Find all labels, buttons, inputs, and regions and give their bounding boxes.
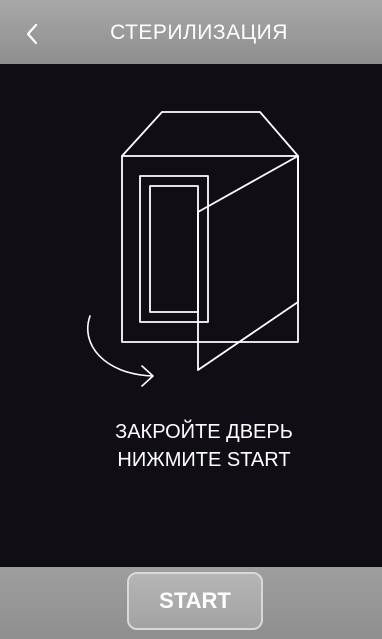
header-bar: СТЕРИЛИЗАЦИЯ <box>0 0 382 64</box>
instruction-text: ЗАКРОЙТЕ ДВЕРЬ НИЖМИТЕ START <box>0 418 382 474</box>
instruction-line-close-door: ЗАКРОЙТЕ ДВЕРЬ <box>115 421 293 443</box>
page-title: СТЕРИЛИЗАЦИЯ <box>110 21 288 44</box>
footer-bar: START <box>0 567 382 639</box>
curved-arrow-icon <box>87 315 154 387</box>
start-button[interactable]: START <box>127 572 263 630</box>
open-door-cabinet-icon <box>87 111 299 387</box>
instruction-line-press-start: НИЖМИТЕ START <box>117 449 291 471</box>
sterilization-screen: СТЕРИЛИЗАЦИЯ ЗАКРОЙТЕ ДВЕРЬ НИЖМИТЕ STAR… <box>0 0 382 639</box>
